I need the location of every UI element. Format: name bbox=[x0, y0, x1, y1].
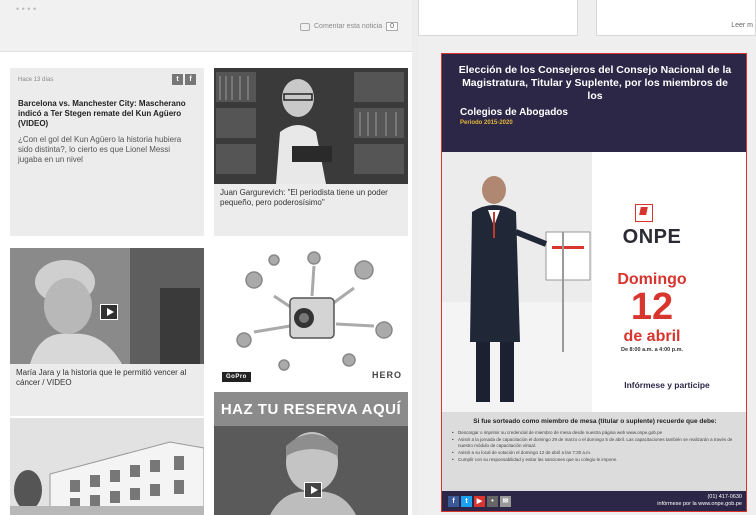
onpe-brand: ONPE bbox=[622, 226, 682, 248]
facebook-icon[interactable]: f bbox=[185, 74, 196, 85]
onpe-ad-header: Elección de los Consejeros del Consejo N… bbox=[442, 54, 746, 152]
comment-count: 0 bbox=[386, 22, 398, 31]
comment-icon bbox=[300, 22, 310, 31]
comment-link[interactable]: Comentar esta noticia 0 bbox=[300, 22, 398, 31]
twitter-icon[interactable]: t bbox=[461, 495, 472, 507]
contact-web[interactable]: infórmese por la www.onpe.gob.pe bbox=[657, 501, 742, 508]
play-video-button[interactable] bbox=[304, 482, 322, 498]
list-item: Asistir a su local de votación el doming… bbox=[452, 450, 738, 456]
onpe-election-ad[interactable]: Elección de los Consejeros del Consejo N… bbox=[441, 53, 747, 512]
onpe-logo-icon bbox=[635, 204, 653, 222]
video-card[interactable] bbox=[214, 426, 408, 515]
onpe-day-number: 12 bbox=[630, 286, 674, 328]
onpe-info: Infórmese y participe bbox=[624, 380, 710, 390]
sidebar-top-box-left bbox=[418, 0, 578, 36]
onpe-hours: De 8:00 a.m. a 4:00 p.m. bbox=[620, 347, 684, 353]
card-summary: ¿Con el gol del Kun Agüero la historia h… bbox=[18, 135, 182, 164]
card-timestamp: Hace 13 días bbox=[18, 76, 54, 83]
onpe-question: Si fue sorteado como miembro de mesa (ti… bbox=[473, 418, 717, 425]
twitter-icon[interactable]: t bbox=[172, 74, 183, 85]
card-caption[interactable]: María Jara y la historia que le permitió… bbox=[10, 364, 204, 392]
gargurevich-photo bbox=[214, 68, 408, 184]
news-card-gargurevich[interactable]: Juan Gargurevich: "El periodista tiene u… bbox=[214, 68, 408, 236]
youtube-icon[interactable]: ▶ bbox=[474, 495, 485, 507]
list-item: Descargar o imprimir su credencial de mi… bbox=[452, 430, 738, 436]
list-item: Asistir a la jornada de capacitación el … bbox=[452, 437, 738, 449]
social-icons: f t ▶ • ✉ bbox=[448, 495, 511, 507]
flickr-icon[interactable]: • bbox=[487, 495, 498, 507]
onpe-headline: Elección de los Consejeros del Consejo N… bbox=[458, 64, 732, 102]
truncated-text: • • • • bbox=[16, 4, 37, 14]
hero-logo: HERO bbox=[371, 370, 402, 380]
gopro-logo: GoPro bbox=[222, 372, 251, 382]
phone-number: (01) 417-0630 bbox=[707, 494, 742, 500]
facebook-icon[interactable]: f bbox=[448, 495, 459, 507]
news-column: • • • • Comentar esta noticia 0 Hace 13 … bbox=[0, 0, 412, 515]
sidebar-top-box-right: Leer m bbox=[596, 0, 756, 36]
previous-article-footer: • • • • Comentar esta noticia 0 bbox=[0, 0, 412, 52]
card-title[interactable]: Barcelona vs. Manchester City: Mascheran… bbox=[18, 99, 196, 129]
card-caption[interactable]: Juan Gargurevich: "El periodista tiene u… bbox=[214, 184, 408, 212]
play-video-button[interactable] bbox=[100, 304, 118, 320]
share-icons: t f bbox=[172, 74, 196, 85]
news-card-building[interactable] bbox=[10, 418, 204, 515]
onpe-bullet-list: Descargar o imprimir su credencial de mi… bbox=[452, 430, 738, 463]
onpe-subheadline: Colegios de Abogados bbox=[460, 107, 568, 118]
read-more-link[interactable]: Leer m bbox=[731, 22, 753, 29]
email-icon[interactable]: ✉ bbox=[500, 495, 511, 507]
onpe-contact: (01) 417-0630 infórmese por la www.onpe.… bbox=[657, 494, 742, 508]
onpe-month: de abril bbox=[623, 328, 681, 345]
onpe-info-panel: Si fue sorteado como miembro de mesa (ti… bbox=[442, 412, 746, 493]
comment-label: Comentar esta noticia bbox=[314, 23, 383, 30]
list-item: Cumplir con su responsabilidad y evitar … bbox=[452, 457, 738, 463]
gopro-ad[interactable]: GoPro HERO bbox=[214, 240, 408, 386]
maria-jara-photo bbox=[10, 248, 204, 364]
onpe-voter-photo bbox=[442, 152, 592, 412]
news-card-barcelona[interactable]: Hace 13 días t f Barcelona vs. Mancheste… bbox=[10, 68, 204, 236]
news-card-maria-jara[interactable]: María Jara y la historia que le permitió… bbox=[10, 248, 204, 416]
reserve-banner[interactable]: HAZ TU RESERVA AQUÍ bbox=[214, 392, 408, 426]
onpe-ad-footer: f t ▶ • ✉ (01) 417-0630 infórmese por la… bbox=[442, 491, 746, 511]
onpe-period: Periodo 2015-2020 bbox=[460, 120, 513, 126]
